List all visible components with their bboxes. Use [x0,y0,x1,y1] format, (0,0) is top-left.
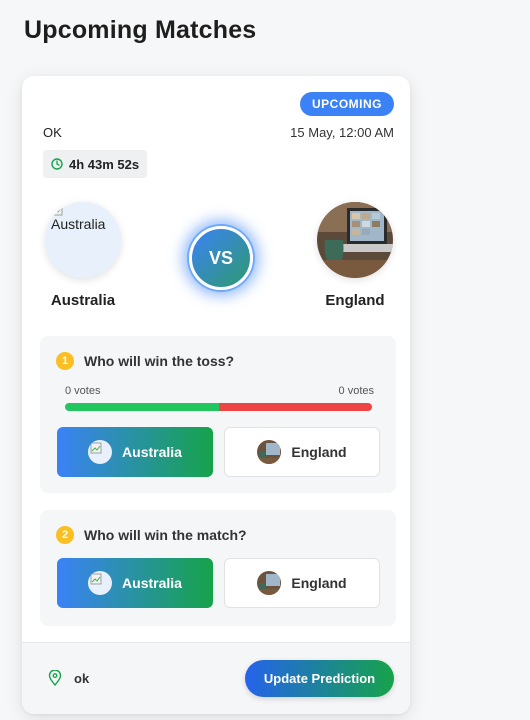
clock-icon [51,158,63,170]
question-header: 1 Who will win the toss? [56,352,234,370]
question-match: 2 Who will win the match? Australia Engl… [40,510,396,626]
vote-split-bar [65,403,372,411]
england-flag-icon [257,440,282,464]
team-a-image-alt: Australia [51,216,106,232]
question-text: Who will win the match? [84,527,247,543]
votes-team-b: 0 votes [338,385,374,397]
option-team-a-button[interactable]: Australia [57,427,213,477]
england-flag-icon [257,571,282,595]
team-b-photo [317,202,393,278]
card-footer: ok Update Prediction [22,642,410,714]
status-badge: UPCOMING [300,92,394,116]
team-b-name: England [325,292,385,309]
option-label: England [291,575,347,591]
broken-image-icon [51,204,63,216]
match-card: UPCOMING OK 15 May, 12:00 AM 4h 43m 52s … [22,76,410,714]
vote-bar-team-a [65,403,219,411]
vs-badge: VS [189,226,253,290]
australia-flag-icon [88,571,113,595]
team-a: Australia Australia [43,202,123,309]
option-team-a-button[interactable]: Australia [57,558,213,608]
option-team-b-button[interactable]: England [224,558,380,608]
team-b: England [315,202,395,309]
team-a-name: Australia [50,292,116,309]
question-number-badge: 2 [56,526,74,544]
update-prediction-button[interactable]: Update Prediction [245,660,394,697]
question-text: Who will win the toss? [84,353,235,369]
option-label: Australia [122,444,182,460]
question-number-badge: 1 [56,352,74,370]
countdown-text: 4h 43m 52s [69,156,140,172]
option-label: England [291,444,347,460]
match-date: 15 May, 12:00 AM [290,125,394,140]
venue-location: ok [48,670,89,686]
option-team-b-button[interactable]: England [224,427,380,477]
page-title: Upcoming Matches [24,16,257,44]
team-a-avatar: Australia [45,202,121,278]
question-header: 2 Who will win the match? [56,526,247,544]
vote-bar-team-b [218,403,372,411]
venue-text: ok [74,670,90,686]
australia-flag-icon [88,440,113,464]
team-b-avatar [317,202,393,278]
question-toss: 1 Who will win the toss? 0 votes 0 votes… [40,336,396,493]
map-pin-icon [48,670,62,686]
countdown-timer: 4h 43m 52s [43,150,148,178]
match-title: OK [43,125,62,140]
votes-team-a: 0 votes [65,385,101,397]
option-label: Australia [122,575,182,591]
